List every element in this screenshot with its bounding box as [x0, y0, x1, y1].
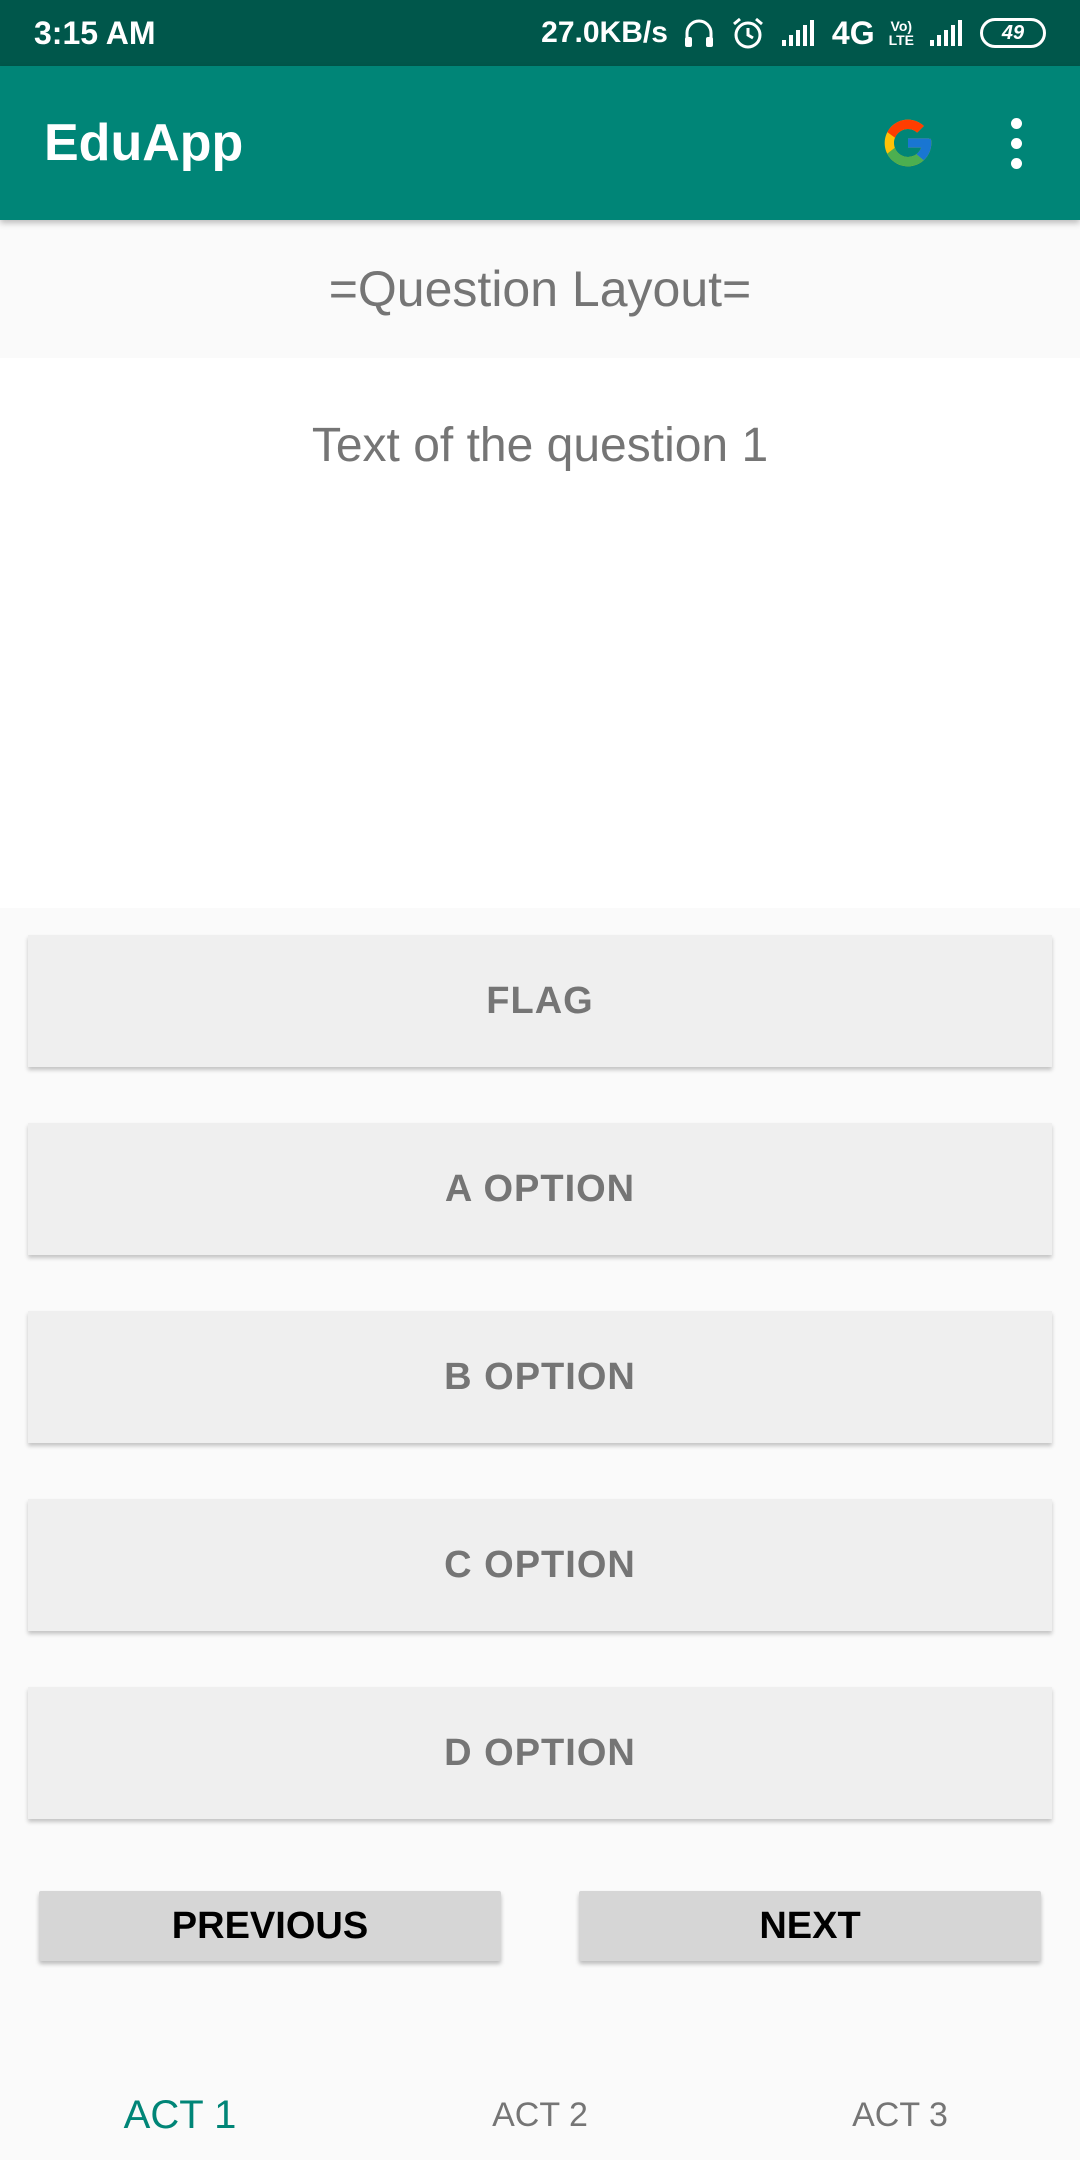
layout-label: =Question Layout= [328, 261, 752, 317]
status-icons: 27.0KB/s 4G Vo) LTE 49 [541, 15, 1046, 52]
volte-bottom: LTE [888, 32, 914, 48]
app-actions [880, 113, 1036, 173]
option-a-button[interactable]: A OPTION [28, 1123, 1052, 1255]
google-icon[interactable] [880, 115, 936, 171]
signal-icon [928, 18, 966, 48]
question-panel: Text of the question 1 [0, 358, 1080, 908]
tab-act-2[interactable]: ACT 2 [360, 2070, 720, 2160]
tab-act-3[interactable]: ACT 3 [720, 2070, 1080, 2160]
app-bar: EduApp [0, 66, 1080, 220]
alarm-icon [730, 15, 766, 51]
status-bar: 3:15 AM 27.0KB/s 4G Vo) LTE 49 [0, 0, 1080, 66]
network-speed: 27.0KB/s [541, 16, 668, 49]
tab-act-1[interactable]: ACT 1 [0, 2070, 360, 2160]
signal-icon [780, 18, 818, 48]
bottom-tabs: ACT 1 ACT 2 ACT 3 [0, 2070, 1080, 2160]
volte-top: Vo) [890, 18, 913, 34]
option-d-button[interactable]: D OPTION [28, 1687, 1052, 1819]
app-title: EduApp [44, 114, 244, 172]
previous-button[interactable]: PREVIOUS [39, 1891, 501, 1961]
option-c-button[interactable]: C OPTION [28, 1499, 1052, 1631]
network-type: 4G [831, 14, 875, 51]
volte-indicator: Vo) LTE [889, 19, 914, 47]
option-b-button[interactable]: B OPTION [28, 1311, 1052, 1443]
flag-button[interactable]: FLAG [28, 935, 1052, 1067]
status-time: 3:15 AM [34, 14, 156, 51]
headset-icon [682, 16, 716, 50]
battery-icon: 49 [980, 18, 1046, 48]
battery-level: 49 [1001, 21, 1025, 44]
more-vert-icon[interactable] [996, 113, 1036, 173]
next-button[interactable]: NEXT [579, 1891, 1041, 1961]
question-text: Text of the question 1 [311, 419, 769, 472]
